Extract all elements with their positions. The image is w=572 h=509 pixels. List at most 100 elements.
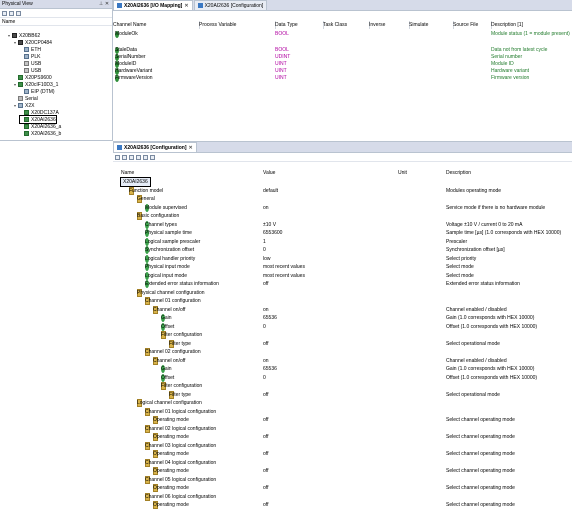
tree-item[interactable]: X20AI2636 [19,115,57,124]
tree-item[interactable]: X20AI2636_a [20,123,61,130]
tree-item[interactable]: ▾ X2X [14,102,34,109]
tree-item[interactable]: X20AI2636_b [20,130,61,137]
config-value-cell[interactable]: default [263,187,278,195]
tree-item[interactable]: ▾ X20cIF10D3_1 [14,81,58,88]
toolbar-expand-icon[interactable] [16,10,21,16]
config-row[interactable]: Module supervised on Service mode if there… [113,203,572,212]
config-value-cell[interactable]: 6553600 [263,229,282,237]
config-value-cell[interactable]: 0 [263,246,266,254]
toolbar-collapse-all-icon[interactable] [122,154,127,160]
config-row[interactable]: ›Filter typeoffSelect operational mode [113,339,572,348]
config-value-cell[interactable]: off [263,501,268,509]
io-column-header[interactable]: Source File [453,21,492,29]
config-row[interactable]: ▾Filter configuration [113,331,572,339]
tree-item[interactable]: Serial [14,95,38,102]
config-row[interactable]: Physical input mode most recent values Sel… [113,263,572,271]
config-value-cell[interactable]: ±10 V [263,221,276,229]
config-value-cell[interactable]: off [263,467,268,475]
config-row[interactable]: Synchronization offset 0 Synchronization o… [113,246,572,254]
toolbar-filter-icon[interactable] [2,10,7,16]
tree-item[interactable]: EIP (DTM) [20,88,55,95]
config-row[interactable]: Logical handler priority low Select priori… [113,254,572,263]
config-value-cell[interactable]: low [263,255,271,263]
config-value-cell[interactable]: 65536 [263,314,277,322]
config-row[interactable]: ▾Channel 03 logical configuration [113,441,572,450]
config-row[interactable]: ▾General [113,195,572,203]
config-column-header[interactable]: Value [263,169,275,177]
toolbar-expand-all-icon[interactable] [115,154,120,160]
config-row[interactable]: Physical sample time 6553600 Sample time [… [113,229,572,237]
config-name[interactable]: X20AI2636 [120,177,151,187]
tree-item[interactable]: PLK [20,53,40,60]
config-row[interactable]: Extended error status information off Exte… [113,280,572,288]
config-column-header[interactable]: Unit [398,169,407,177]
io-column-header[interactable]: Inverse [369,21,410,29]
config-value-cell[interactable]: off [263,280,268,288]
config-value-cell[interactable]: on [263,306,269,314]
config-row[interactable]: ▾Channel 01 configuration [113,297,572,305]
config-value-cell[interactable]: off [263,391,268,399]
toolbar-sort-icon[interactable] [136,154,141,160]
close-icon[interactable]: ✕ [184,3,188,9]
config-row[interactable]: Logical sample prescaler 1 Prescaler [113,237,572,246]
config-value-cell[interactable]: on [263,357,269,365]
tree-item[interactable]: ▾ X20CP0484 [14,39,52,46]
toolbar-filter-icon[interactable] [129,154,134,160]
config-value-cell[interactable]: most recent values [263,263,305,271]
io-column-header[interactable]: Simulate [409,21,454,29]
config-row[interactable]: Gain 65536 Gain (1.0 corresponds with HEX … [113,365,572,373]
config-row[interactable]: ▾Channel 04 logical configuration [113,458,572,467]
config-value-cell[interactable]: off [263,416,268,424]
table-row[interactable]: HardwareVariant UINT Hardware variant [113,68,572,75]
tree-item[interactable]: X20DC137A [20,109,59,116]
config-row[interactable]: ▾Channel 02 logical configuration [113,424,572,433]
config-value-cell[interactable]: off [263,433,268,441]
config-row[interactable]: ▾Function modeldefaultModules operating … [113,186,572,195]
table-row[interactable]: ModuleOk BOOL Module status (1 = module pr… [113,31,572,38]
config-value-cell[interactable]: 1 [263,238,266,246]
config-row[interactable]: Offset 0 Offset (1.0 corresponds with HEX … [113,373,572,382]
config-column-header[interactable]: Description [446,169,471,177]
config-row[interactable]: ▾Channel 02 configuration [113,348,572,356]
config-row[interactable]: Offset 0 Offset (1.0 corresponds with HEX … [113,322,572,331]
config-row[interactable]: ›Operating modeoffSelect channel operati… [113,484,572,492]
config-row[interactable]: ›Operating modeoffSelect channel operati… [113,467,572,475]
config-row[interactable]: Gain 65536 Gain (1.0 corresponds with HEX … [113,314,572,322]
tree-item[interactable]: ETH [20,46,41,53]
config-row[interactable]: Logical input mode most recent values Sele… [113,271,572,280]
config-row[interactable]: ›Operating modeoffSelect channel operati… [113,433,572,441]
config-row[interactable]: ▾Channel on/offonChannel enabled / disab… [113,305,572,314]
config-value-cell[interactable]: off [263,450,268,458]
tab-configuration[interactable]: X20AI2636 [Configuration] [193,0,268,10]
tree-item[interactable]: X20PS9600 [14,74,52,81]
config-row[interactable]: ▾Channel on/offonChannel enabled / disab… [113,356,572,365]
config-row[interactable]: ›Operating modeoffSelect channel operati… [113,416,572,424]
table-row[interactable]: FirmwareVersion UINT Firmware version [113,75,572,82]
tree-item[interactable]: USB [20,67,41,74]
config-row[interactable]: ▾Filter configuration [113,382,572,390]
close-icon[interactable]: ✕ [104,1,110,7]
toolbar-settings-icon[interactable] [143,154,148,160]
tree-item[interactable]: USB [20,60,41,67]
tree-item[interactable]: ▾ X20BB62 [8,32,40,39]
name-column-header[interactable]: Name [0,19,15,25]
io-column-header[interactable]: Process Variable [199,21,276,29]
table-row[interactable]: StaleData BOOL Data not from latest cycle [113,47,572,54]
config-row[interactable]: ›Operating modeoffSelect channel operati… [113,450,572,458]
close-icon[interactable]: ✕ [189,145,193,151]
config-column-header[interactable]: Name [121,169,134,177]
toolbar-help-icon[interactable] [150,154,155,160]
toolbar-view-icon[interactable] [9,10,14,16]
config-row[interactable]: ▾Channel 01 logical configuration [113,407,572,416]
config-value-cell[interactable]: 0 [263,374,266,382]
config-row[interactable]: ▾Basic configuration [113,212,572,220]
io-column-header[interactable]: Task Class [323,21,370,29]
table-row[interactable]: ModuleID UINT Module ID [113,61,572,68]
config-row[interactable]: ▾Physical channel configuration [113,288,572,297]
config-value-cell[interactable]: on [263,204,269,212]
config-value-cell[interactable]: 65536 [263,365,277,373]
io-column-header[interactable]: Channel Name [113,21,200,29]
config-row[interactable]: ▾X20AI2636 [113,177,572,187]
config-row[interactable]: ▾Channel 05 logical configuration [113,475,572,484]
config-value-cell[interactable]: 0 [263,323,266,331]
